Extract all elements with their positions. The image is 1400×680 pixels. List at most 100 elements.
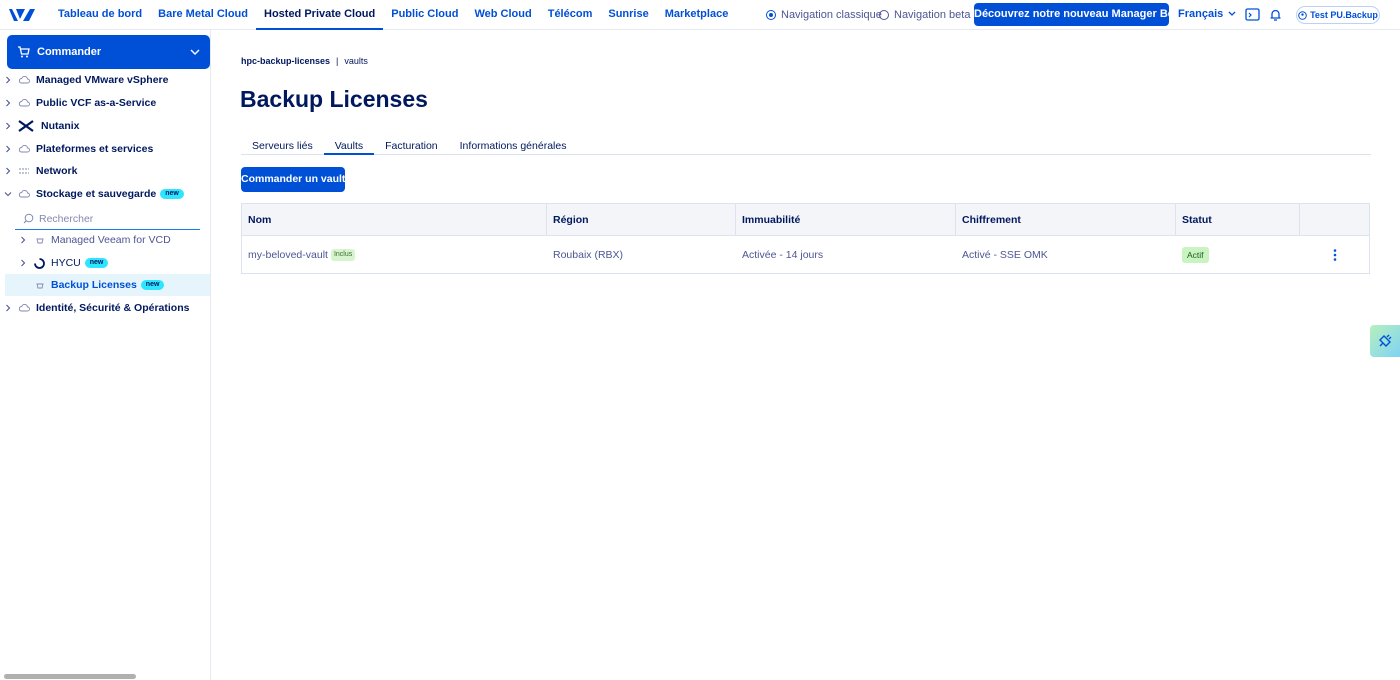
cloud-icon [18, 145, 30, 153]
new-badge: new [140, 280, 165, 290]
cell-name: my-beloved-vault Inclus [242, 236, 547, 273]
tab-vaults[interactable]: Vaults [323, 139, 375, 155]
topnav-marketplace[interactable]: Marketplace [657, 0, 737, 30]
language-label: Français [1178, 8, 1224, 20]
breadcrumb: hpc-backup-licenses | vaults [241, 56, 368, 66]
sidebar-item-label: Plateformes et services [36, 143, 154, 155]
cell-encryption: Activé - SSE OMK [962, 248, 1048, 261]
sidebar-item-label: Managed Veeam for VCD [51, 234, 171, 246]
storage-icon [36, 238, 44, 244]
cloud-icon [18, 99, 30, 107]
cell-status: Actif [1176, 236, 1300, 273]
column-header-region[interactable]: Région [547, 204, 736, 235]
chevron-right-icon [6, 145, 11, 153]
chevron-down-icon [1228, 11, 1236, 16]
sidebar-item-label: HYCU [51, 257, 81, 269]
breadcrumb-item-service[interactable]: hpc-backup-licenses [241, 56, 330, 66]
new-badge: new [84, 258, 109, 268]
sidebar-item-label: Stockage et sauvegarde [36, 188, 157, 200]
search-icon [23, 213, 34, 224]
sidebar-item-network[interactable]: Network [0, 160, 210, 182]
tab-linked-servers[interactable]: Serveurs liés [241, 139, 324, 155]
sidebar-item-nutanix[interactable]: Nutanix [0, 115, 210, 137]
top-bar: Tableau de bord Bare Metal Cloud Hosted … [0, 0, 1400, 30]
sidebar-item-label: Nutanix [41, 120, 80, 132]
topnav-sunrise[interactable]: Sunrise [600, 0, 656, 30]
radio-classic-navigation[interactable]: Navigation classique [766, 9, 882, 21]
sidebar-item-label: Managed VMware vSphere [36, 74, 169, 86]
order-button-label: Commander [37, 46, 102, 58]
cloud-icon [18, 76, 30, 84]
page-title: Backup Licenses [240, 86, 428, 112]
assistant-launcher[interactable] [1370, 325, 1400, 357]
beta-manager-button[interactable]: Découvrez notre nouveau Manager Beta [974, 3, 1184, 26]
radio-beta-navigation[interactable]: Navigation beta [879, 9, 970, 21]
chevron-right-icon [21, 236, 26, 244]
tab-billing[interactable]: Facturation [374, 139, 449, 155]
tab-general-information[interactable]: Informations générales [449, 139, 578, 155]
sidebar-item-platforms-services[interactable]: Plateformes et services [0, 138, 210, 160]
sidebar-item-managed-veeam[interactable]: Managed Veeam for VCD [0, 229, 210, 251]
column-header-encryption[interactable]: Chiffrement [956, 204, 1176, 235]
column-header-immutability[interactable]: Immuabilité [736, 204, 956, 235]
bell-icon[interactable] [1268, 7, 1283, 22]
sidebar-item-public-vcf[interactable]: Public VCF as-a-Service [0, 92, 210, 114]
cell-immutability: Activée - 14 jours [742, 248, 824, 261]
chevron-down-icon [190, 49, 200, 55]
topnav-bare-metal-cloud[interactable]: Bare Metal Cloud [150, 0, 256, 30]
cell-region: Roubaix (RBX) [553, 248, 624, 261]
chevron-right-icon [6, 122, 11, 130]
breadcrumb-item-vaults[interactable]: vaults [344, 56, 368, 66]
plug-icon [1379, 334, 1392, 347]
included-badge: Inclus [330, 248, 356, 261]
cell-actions [1300, 236, 1369, 273]
topnav-public-cloud[interactable]: Public Cloud [383, 0, 466, 30]
account-label: Test PU.Backup [1310, 10, 1378, 20]
tab-bar: Serveurs liés Vaults Facturation Informa… [241, 139, 1371, 155]
search-placeholder: Rechercher [39, 212, 94, 225]
vault-name[interactable]: my-beloved-vault [248, 249, 328, 261]
nutanix-icon [18, 120, 34, 132]
chevron-right-icon [6, 167, 11, 175]
topnav-telecom[interactable]: Télécom [540, 0, 601, 30]
table-row: my-beloved-vault Inclus Roubaix (RBX) Ac… [242, 236, 1369, 273]
sidebar-item-managed-vmware-vsphere[interactable]: Managed VMware vSphere [0, 69, 210, 91]
sidebar-item-label: Identité, Sécurité & Opérations [36, 302, 190, 314]
universe-nav: Tableau de bord Bare Metal Cloud Hosted … [50, 0, 736, 30]
table-header: Nom Région Immuabilité Chiffrement Statu… [242, 204, 1369, 236]
chevron-down-icon [4, 192, 12, 197]
column-header-name[interactable]: Nom [242, 204, 547, 235]
radio-unchecked-icon [879, 10, 889, 20]
topnav-web-cloud[interactable]: Web Cloud [466, 0, 539, 30]
topnav-dashboard[interactable]: Tableau de bord [50, 0, 150, 30]
account-button[interactable]: Test PU.Backup [1296, 6, 1380, 24]
cart-icon [18, 46, 30, 58]
sidebar: Commander Managed VMware vSphere Public … [0, 30, 211, 680]
terminal-icon[interactable] [1245, 7, 1260, 22]
sidebar-item-label: Public VCF as-a-Service [36, 97, 157, 109]
cloud-icon [18, 190, 30, 198]
ovhcloud-logo[interactable] [8, 6, 36, 24]
radio-checked-icon [766, 10, 776, 20]
chevron-right-icon [21, 259, 26, 267]
sidebar-item-identity-security[interactable]: Identité, Sécurité & Opérations [0, 297, 210, 319]
cloud-icon [18, 304, 30, 312]
sidebar-search-input[interactable]: Rechercher [15, 208, 200, 230]
breadcrumb-separator: | [336, 56, 339, 66]
more-actions-icon[interactable] [1330, 248, 1340, 262]
chevron-right-icon [6, 99, 11, 107]
language-selector[interactable]: Français [1178, 8, 1236, 20]
hycu-icon [34, 257, 45, 269]
order-button[interactable]: Commander [7, 35, 210, 69]
user-icon [1298, 10, 1307, 20]
topnav-hosted-private-cloud[interactable]: Hosted Private Cloud [256, 0, 384, 30]
column-header-status[interactable]: Statut [1176, 204, 1300, 235]
radio-classic-label: Navigation classique [781, 9, 882, 21]
chevron-right-icon [6, 76, 11, 84]
sidebar-item-hycu[interactable]: HYCU new [0, 252, 210, 274]
radio-beta-label: Navigation beta [894, 9, 971, 21]
sidebar-horizontal-scrollbar[interactable] [4, 674, 136, 679]
sidebar-item-backup-licenses[interactable]: Backup Licenses new [5, 274, 210, 296]
sidebar-item-storage-backup[interactable]: Stockage et sauvegarde new [0, 183, 210, 205]
order-vault-button[interactable]: Commander un vault [241, 167, 345, 192]
